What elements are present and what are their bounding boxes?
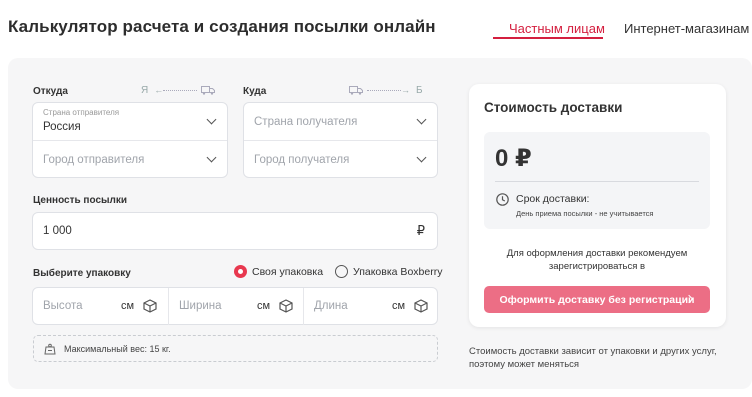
recipient-city-placeholder: Город получателя (254, 154, 350, 166)
delivery-term-note: День приема посылки - не учитывается (516, 209, 654, 218)
radio-boxberry-packaging-label: Упаковка Boxberry (353, 265, 443, 278)
weight-icon (44, 343, 56, 355)
sender-country-value: Россия (43, 121, 81, 133)
truck-icon (201, 86, 216, 95)
dimensions-card: Высота см Ширина см Длина см (32, 287, 438, 325)
page-title: Калькулятор расчета и создания посылки о… (8, 17, 436, 36)
parcel-value-label: Ценность посылки (33, 195, 128, 206)
route-dots (163, 89, 198, 91)
arrow-left-icon: ← (154, 85, 164, 95)
radio-own-packaging-label: Своя упаковка (252, 265, 324, 278)
to-card: Страна получателя Город получателя (243, 102, 438, 178)
ruble-icon: ₽ (416, 223, 425, 238)
height-unit: см (121, 300, 135, 312)
cost-summary-box: 0 ₽ Срок доставки: День приема посылки -… (484, 132, 710, 229)
to-route-hint: → Б (349, 83, 423, 97)
truck-icon (349, 86, 363, 95)
from-label: Откуда (33, 86, 68, 97)
delivery-term-label: Срок доставки: (516, 193, 590, 205)
box-icon (143, 299, 157, 313)
recipient-country-select[interactable]: Страна получателя (244, 103, 437, 140)
parcel-value-input[interactable]: 1 000 ₽ (32, 212, 438, 250)
active-tab-underline (493, 37, 603, 39)
clock-icon (496, 193, 509, 206)
box-icon (279, 299, 293, 313)
from-card: Страна отправителя Россия Город отправит… (32, 102, 228, 178)
to-hint-letter: Б (416, 84, 423, 96)
width-placeholder: Ширина (179, 300, 222, 312)
box-icon (414, 299, 428, 313)
tab-online-stores[interactable]: Интернет-магазинам (624, 21, 749, 36)
width-unit: см (257, 300, 271, 312)
register-recommendation: Для оформления доставки рекомендуем заре… (506, 248, 688, 272)
parcel-value-amount: 1 000 (43, 225, 72, 237)
from-hint-letter: Я (141, 84, 149, 96)
divider (495, 181, 699, 182)
sender-country-select[interactable]: Страна отправителя Россия (33, 103, 227, 140)
tab-private-persons[interactable]: Частным лицам (509, 21, 605, 36)
radio-own-packaging[interactable]: Своя упаковка (234, 265, 323, 278)
recipient-city-select[interactable]: Город получателя (244, 140, 437, 177)
cost-disclaimer: Стоимость доставки зависит от упаковки и… (469, 346, 717, 370)
width-input[interactable]: Ширина см (168, 288, 303, 325)
recipient-country-placeholder: Страна получателя (254, 116, 358, 128)
delivery-cost-title: Стоимость доставки (484, 100, 623, 115)
delivery-price: 0 ₽ (495, 145, 532, 172)
sender-city-select[interactable]: Город отправителя (33, 140, 227, 177)
chevron-down-icon (416, 114, 427, 125)
delivery-cost-card: Стоимость доставки 0 ₽ Срок доставки: Де… (469, 84, 726, 327)
radio-selected-icon (234, 265, 247, 278)
max-weight-note: Максимальный вес: 15 кг. (33, 335, 438, 362)
chevron-down-icon (206, 152, 217, 163)
from-route-hint: Я ← (141, 83, 216, 97)
order-button-label: Оформить доставку без регистрации (499, 293, 695, 306)
packaging-label: Выберите упаковку (33, 268, 131, 279)
to-label: Куда (243, 86, 267, 97)
height-input[interactable]: Высота см (33, 288, 168, 325)
chevron-down-icon (416, 152, 427, 163)
sender-country-label: Страна отправителя (43, 108, 120, 117)
route-dots (367, 89, 401, 91)
length-input[interactable]: Длина см (303, 288, 437, 325)
max-weight-text: Максимальный вес: 15 кг. (64, 344, 171, 354)
radio-unselected-icon (335, 265, 348, 278)
length-unit: см (392, 300, 406, 312)
arrow-right-icon: → (401, 85, 410, 95)
radio-boxberry-packaging[interactable]: Упаковка Boxberry (335, 265, 442, 278)
sender-city-placeholder: Город отправителя (43, 154, 145, 166)
chevron-down-icon (206, 114, 217, 125)
length-placeholder: Длина (314, 300, 348, 312)
order-without-registration-button[interactable]: Оформить доставку без регистрации (484, 286, 710, 313)
height-placeholder: Высота (43, 300, 83, 312)
